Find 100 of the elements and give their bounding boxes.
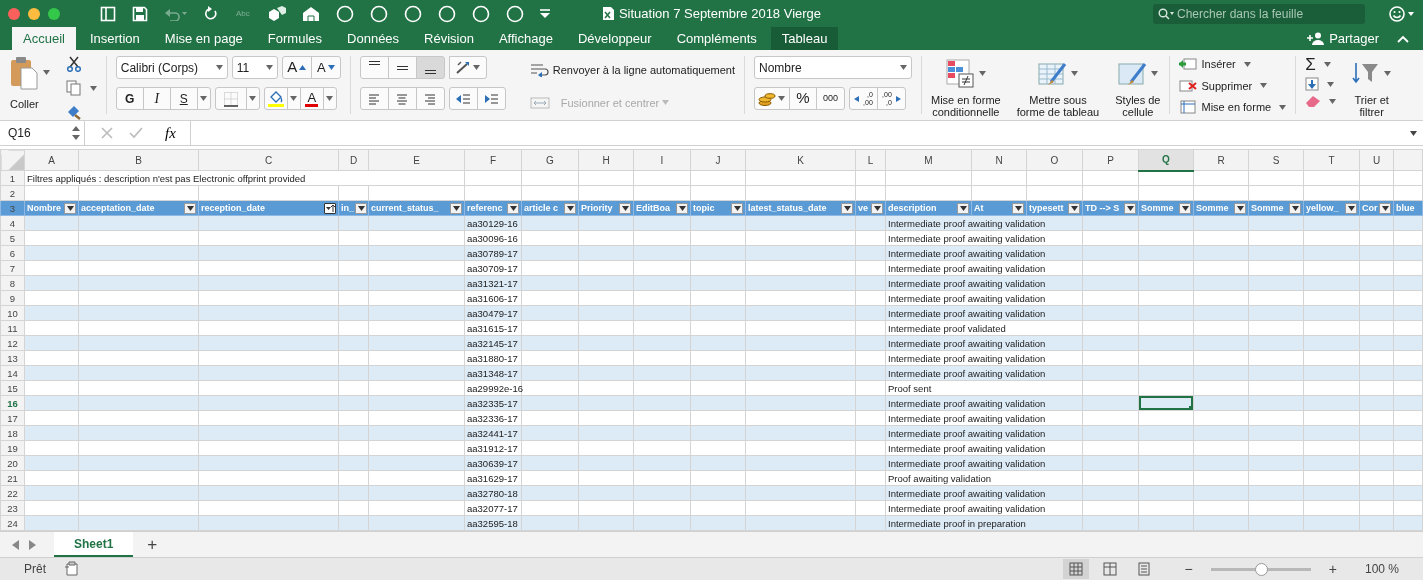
- add-sheet-button[interactable]: +: [143, 532, 162, 557]
- clear-button[interactable]: [1305, 95, 1337, 107]
- minimize-button[interactable]: [28, 7, 40, 20]
- filter-button[interactable]: [1345, 202, 1357, 214]
- bold-button[interactable]: G: [115, 87, 144, 110]
- zoom-button[interactable]: [48, 7, 60, 20]
- slider-thumb[interactable]: [1254, 562, 1268, 576]
- zoom-in-button[interactable]: +: [1324, 558, 1341, 580]
- font-color-button[interactable]: A: [299, 87, 324, 110]
- house-icon[interactable]: [301, 5, 320, 22]
- column-header[interactable]: L: [855, 149, 886, 171]
- delete-cells-button[interactable]: Supprimer: [1179, 77, 1287, 94]
- filter-button[interactable]: [731, 202, 743, 214]
- ribbon-tab[interactable]: Accueil: [12, 27, 76, 50]
- filter-button[interactable]: [450, 202, 462, 214]
- column-header[interactable]: I: [633, 149, 691, 171]
- ribbon-tab[interactable]: Tableau: [770, 27, 839, 50]
- column-header[interactable]: Q: [1138, 149, 1194, 171]
- normal-view-button[interactable]: [1062, 559, 1089, 579]
- document-icon[interactable]: [64, 561, 80, 577]
- filter-button[interactable]: [957, 202, 969, 214]
- vertical-align-button[interactable]: [359, 56, 389, 79]
- vertical-align-button[interactable]: [387, 56, 417, 79]
- wrap-text-button[interactable]: Renvoyer à la ligne automatiquement: [529, 62, 735, 79]
- filter-button[interactable]: [1179, 202, 1191, 214]
- circle-icon[interactable]: [369, 4, 388, 23]
- column-header[interactable]: A: [24, 149, 79, 171]
- filter-button[interactable]: [507, 202, 519, 214]
- ribbon-tab[interactable]: Insertion: [78, 27, 151, 50]
- ribbon-tab[interactable]: Révision: [413, 27, 485, 50]
- autosum-button[interactable]: Σ: [1305, 56, 1337, 73]
- column-header[interactable]: D: [338, 149, 369, 171]
- arrow-left-icon[interactable]: [12, 539, 20, 550]
- cell-styles-button[interactable]: Styles de cellule: [1115, 56, 1161, 118]
- checkmark-icon[interactable]: [129, 127, 143, 139]
- filter-button[interactable]: [1379, 202, 1391, 214]
- arrow-right-icon[interactable]: [28, 539, 36, 550]
- ribbon-tab[interactable]: Formules: [256, 27, 334, 50]
- filter-button[interactable]: [355, 202, 367, 214]
- underline-button[interactable]: S: [169, 87, 198, 110]
- caret-icon[interactable]: [89, 85, 97, 91]
- ribbon-tab[interactable]: Compléments: [665, 27, 768, 50]
- chevron-up-icon[interactable]: [1397, 35, 1409, 43]
- column-header[interactable]: S: [1248, 149, 1304, 171]
- filter-button[interactable]: [1234, 202, 1246, 214]
- paste-button[interactable]: Coller: [10, 56, 39, 110]
- redo-icon[interactable]: [204, 5, 218, 22]
- filter-button[interactable]: [841, 202, 853, 214]
- filter-button[interactable]: [619, 202, 631, 214]
- caret-icon[interactable]: [1410, 130, 1417, 136]
- increase-indent-button[interactable]: [476, 87, 506, 110]
- fill-color-button[interactable]: [263, 87, 288, 110]
- number-format-dropdown[interactable]: Nombre: [753, 56, 912, 79]
- insert-cells-button[interactable]: Insérer: [1179, 56, 1287, 73]
- column-header[interactable]: H: [578, 149, 634, 171]
- sort-filter-button[interactable]: Trier et filtrer: [1352, 56, 1392, 118]
- zoom-out-button[interactable]: −: [1180, 558, 1197, 580]
- ribbon-tab[interactable]: Données: [336, 27, 411, 50]
- font-dropdown[interactable]: Calibri (Corps): [115, 56, 228, 79]
- share-button[interactable]: Partager: [1301, 27, 1385, 50]
- cube-icon[interactable]: [267, 5, 286, 22]
- decrease-indent-button[interactable]: [448, 87, 478, 110]
- column-header[interactable]: R: [1193, 149, 1249, 171]
- name-box[interactable]: Q16: [0, 121, 85, 145]
- filter-button[interactable]: [64, 202, 76, 214]
- filter-button[interactable]: [1289, 202, 1301, 214]
- horizontal-align-button[interactable]: [359, 87, 389, 110]
- column-header[interactable]: T: [1303, 149, 1360, 171]
- horizontal-align-button[interactable]: [415, 87, 445, 110]
- borders-button[interactable]: [214, 87, 247, 110]
- sheet-tab[interactable]: Sheet1: [54, 532, 134, 557]
- save-icon[interactable]: [132, 5, 148, 22]
- column-header[interactable]: E: [368, 149, 465, 171]
- fill-button[interactable]: [1305, 77, 1337, 91]
- search-field[interactable]: Chercher dans la feuille: [1153, 3, 1365, 24]
- column-header[interactable]: O: [1026, 149, 1083, 171]
- italic-button[interactable]: I: [142, 87, 171, 110]
- vertical-align-button[interactable]: [415, 56, 445, 79]
- column-header[interactable]: K: [745, 149, 856, 171]
- horizontal-align-button[interactable]: [387, 87, 417, 110]
- thousands-button[interactable]: 000: [815, 87, 845, 110]
- filter-button[interactable]: [564, 202, 576, 214]
- orientation-button[interactable]: [448, 56, 487, 79]
- column-header[interactable]: M: [885, 149, 972, 171]
- sidebar-icon[interactable]: [100, 5, 116, 22]
- format-cells-button[interactable]: Mise en forme: [1179, 99, 1287, 116]
- font-size-dropdown[interactable]: 11: [231, 56, 278, 79]
- percent-button[interactable]: %: [788, 87, 817, 110]
- filter-button[interactable]: [1068, 202, 1080, 214]
- format-as-table-button[interactable]: Mettre sous forme de tableau: [1016, 56, 1100, 118]
- filter-button[interactable]: [1012, 202, 1024, 214]
- column-header[interactable]: C: [198, 149, 339, 171]
- increase-font-button[interactable]: A: [281, 56, 312, 79]
- column-header[interactable]: N: [971, 149, 1027, 171]
- circle-icon[interactable]: [505, 4, 524, 23]
- column-header[interactable]: G: [521, 149, 579, 171]
- circle-icon[interactable]: [335, 4, 354, 23]
- ribbon-tab[interactable]: Affichage: [487, 27, 564, 50]
- scissors-icon[interactable]: [65, 56, 82, 72]
- caret-icon[interactable]: [42, 70, 50, 75]
